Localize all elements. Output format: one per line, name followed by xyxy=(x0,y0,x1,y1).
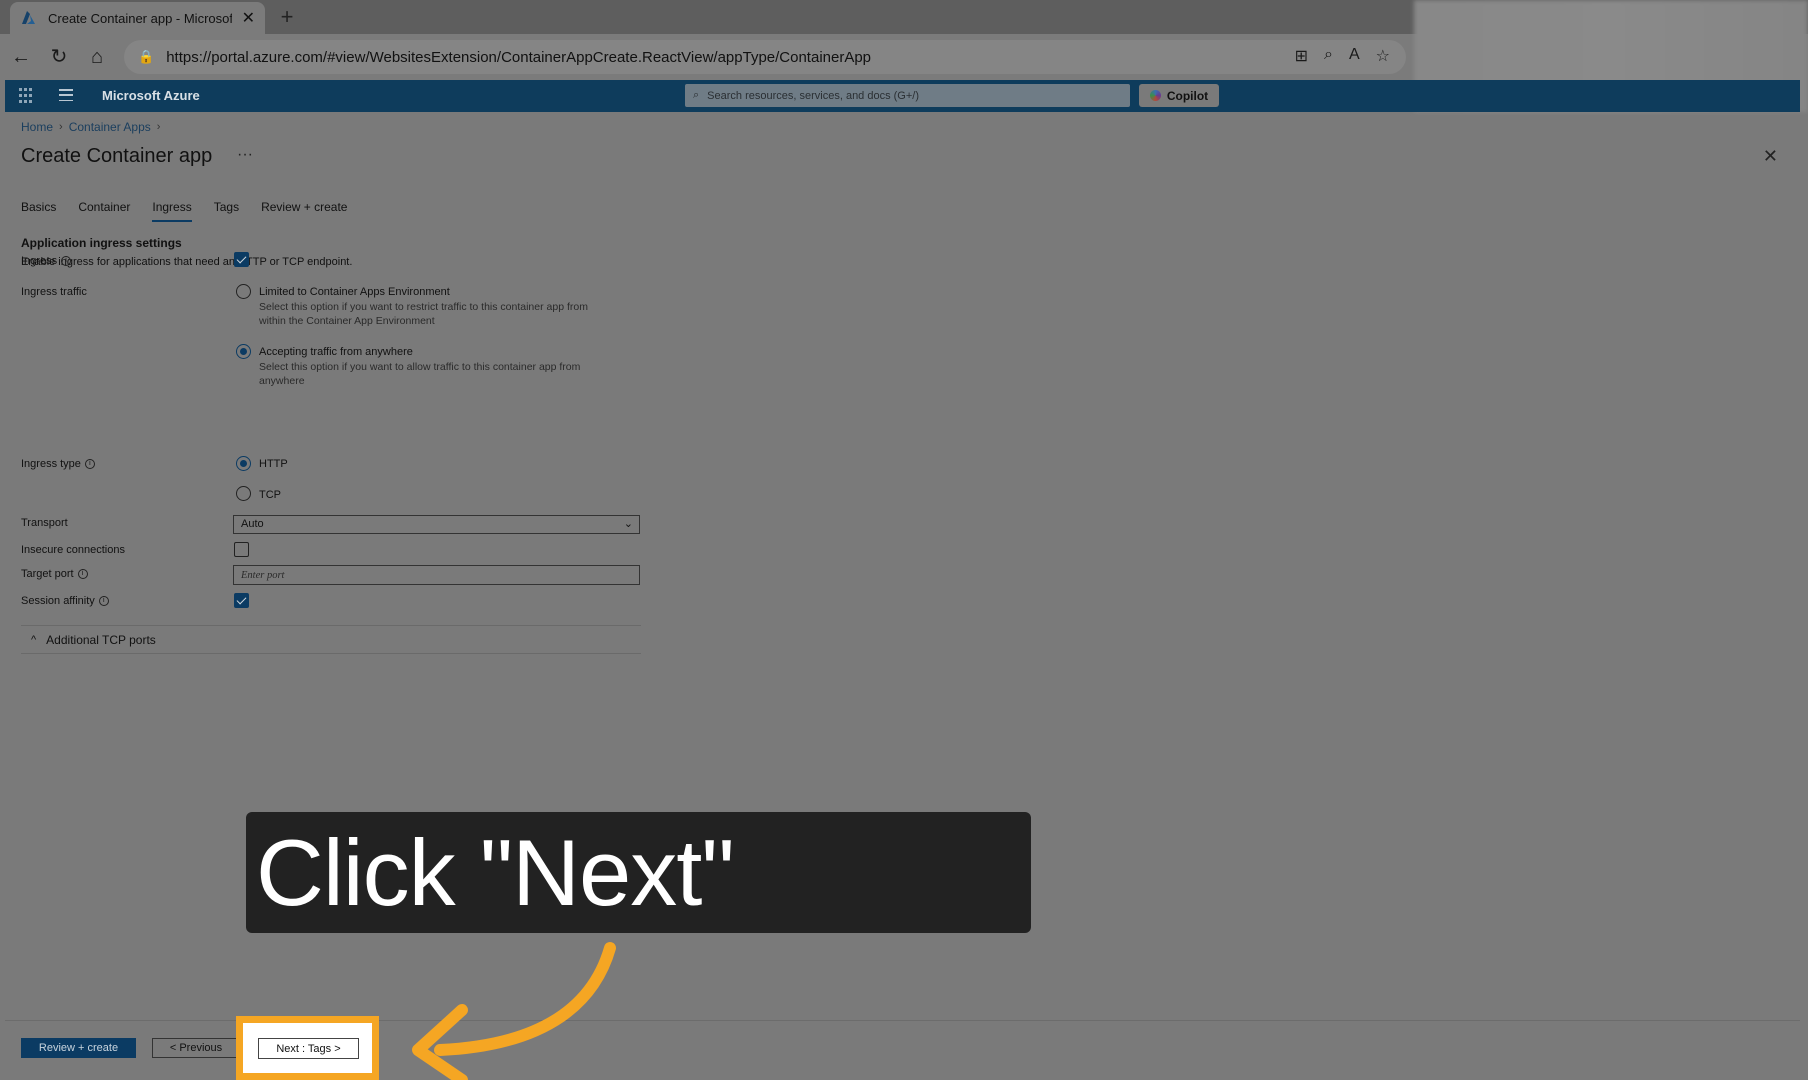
tab-close-icon[interactable]: ✕ xyxy=(242,8,255,28)
radio-limited-desc-line1: Select this option if you want to restri… xyxy=(259,301,588,313)
info-icon[interactable]: i xyxy=(84,459,95,469)
tab-ingress[interactable]: Ingress xyxy=(152,200,192,222)
target-port-label-text: Target port xyxy=(21,568,74,580)
zoom-icon[interactable]: ⌕ xyxy=(1324,46,1333,66)
copilot-button[interactable]: Copilot xyxy=(1139,84,1219,107)
session-affinity-label: Session affinity i xyxy=(21,595,109,607)
ingress-label-text: Ingress xyxy=(21,255,58,267)
back-icon[interactable]: ← xyxy=(8,44,34,70)
menu-icon[interactable] xyxy=(59,89,73,101)
app-launcher-icon[interactable] xyxy=(19,88,35,104)
breadcrumb-container-apps[interactable]: Container Apps xyxy=(69,120,151,134)
new-tab-icon[interactable]: + xyxy=(274,4,300,30)
review-create-button[interactable]: Review + create xyxy=(21,1038,136,1058)
ingress-type-label-text: Ingress type xyxy=(21,458,81,470)
radio-http[interactable] xyxy=(236,456,251,471)
previous-button[interactable]: < Previous xyxy=(152,1038,240,1058)
chevron-down-icon: ⌄ xyxy=(623,518,633,530)
azure-logo-icon xyxy=(20,9,38,27)
radio-tcp-label: TCP xyxy=(259,489,281,501)
browser-tab[interactable]: Create Container app - Microsoft Azure ✕ xyxy=(10,2,265,34)
transport-value: Auto xyxy=(241,518,264,530)
radio-anywhere-description: Select this option if you want to allow … xyxy=(259,360,639,388)
search-placeholder: Search resources, services, and docs (G+… xyxy=(707,89,920,102)
ingress-checkbox[interactable] xyxy=(234,252,249,267)
chevron-up-icon: ^ xyxy=(31,633,37,646)
azure-top-bar: Microsoft Azure ⌕ Search resources, serv… xyxy=(5,80,1800,112)
home-icon[interactable]: ⌂ xyxy=(84,44,110,70)
section-title: Application ingress settings xyxy=(21,236,182,250)
favorite-star-icon[interactable]: ☆ xyxy=(1376,46,1390,66)
tab-container[interactable]: Container xyxy=(78,200,130,222)
search-icon: ⌕ xyxy=(693,89,700,101)
lock-icon: 🔒 xyxy=(138,49,155,64)
ingress-type-label: Ingress type i xyxy=(21,458,95,470)
radio-anywhere-desc-line2: anywhere xyxy=(259,375,305,387)
radio-tcp[interactable] xyxy=(236,486,251,501)
copilot-icon xyxy=(1149,90,1161,101)
insecure-connections-checkbox[interactable] xyxy=(234,542,249,557)
pointer-arrow-icon xyxy=(412,942,616,1080)
copilot-label: Copilot xyxy=(1166,88,1209,103)
read-aloud-icon[interactable]: A xyxy=(1349,46,1360,66)
transport-label: Transport xyxy=(21,517,68,529)
additional-tcp-ports-label: Additional TCP ports xyxy=(46,632,156,647)
breadcrumb: Home › Container Apps › xyxy=(21,120,160,134)
radio-limited-description: Select this option if you want to restri… xyxy=(259,300,639,328)
target-port-input[interactable] xyxy=(233,565,640,585)
url-text: https://portal.azure.com/#view/WebsitesE… xyxy=(166,48,872,66)
insecure-connections-label: Insecure connections xyxy=(21,544,125,556)
tab-review-create[interactable]: Review + create xyxy=(261,200,347,222)
session-affinity-checkbox[interactable] xyxy=(234,593,249,608)
tab-tags[interactable]: Tags xyxy=(214,200,239,222)
chevron-right-icon: › xyxy=(59,121,63,133)
radio-http-label: HTTP xyxy=(259,458,288,470)
radio-accepting-anywhere[interactable] xyxy=(236,344,251,359)
additional-tcp-ports-accordion[interactable]: ^ Additional TCP ports xyxy=(21,625,641,654)
info-icon[interactable]: i xyxy=(77,569,88,579)
radio-limited-desc-line2: within the Container App Environment xyxy=(259,315,435,327)
apps-icon[interactable]: ⊞ xyxy=(1295,46,1308,66)
wizard-tabs: Basics Container Ingress Tags Review + c… xyxy=(21,200,347,222)
ingress-traffic-label: Ingress traffic xyxy=(21,286,87,298)
radio-anywhere-desc-line1: Select this option if you want to allow … xyxy=(259,361,581,373)
tab-title: Create Container app - Microsoft Azure xyxy=(48,10,232,26)
session-affinity-label-text: Session affinity xyxy=(21,595,95,607)
info-icon[interactable]: i xyxy=(98,596,109,606)
next-tags-button[interactable]: Next : Tags > xyxy=(258,1038,359,1059)
refresh-icon[interactable]: ↻ xyxy=(46,44,72,70)
page-title: Create Container app xyxy=(21,145,213,167)
more-options-icon[interactable]: ··· xyxy=(237,146,253,164)
ingress-label: Ingress i xyxy=(21,255,72,267)
info-icon[interactable]: i xyxy=(61,256,72,266)
main-content: Home › Container Apps › Create Container… xyxy=(5,112,1800,1080)
radio-anywhere-label: Accepting traffic from anywhere xyxy=(259,346,413,358)
close-icon[interactable]: ✕ xyxy=(1763,146,1778,167)
radio-limited-label: Limited to Container Apps Environment xyxy=(259,286,450,298)
radio-limited-environment[interactable] xyxy=(236,284,251,299)
breadcrumb-home[interactable]: Home xyxy=(21,120,53,134)
global-search[interactable]: ⌕ Search resources, services, and docs (… xyxy=(685,84,1130,107)
callout-text: Click "Next" xyxy=(256,819,735,925)
address-bar[interactable]: 🔒 https://portal.azure.com/#view/Website… xyxy=(124,40,1406,74)
brand-name[interactable]: Microsoft Azure xyxy=(102,88,200,103)
instruction-callout: Click "Next" xyxy=(246,812,1031,933)
target-port-label: Target port i xyxy=(21,568,88,580)
tab-basics[interactable]: Basics xyxy=(21,200,56,222)
chevron-right-icon: › xyxy=(156,121,161,133)
transport-dropdown[interactable]: Auto ⌄ xyxy=(233,515,640,534)
